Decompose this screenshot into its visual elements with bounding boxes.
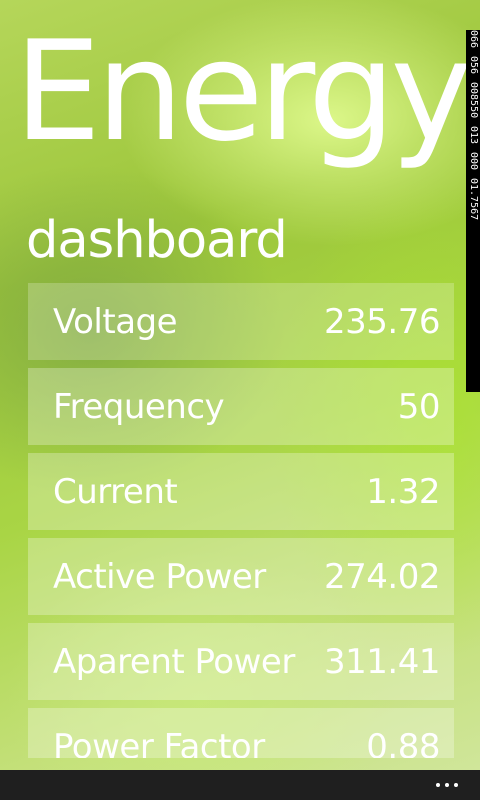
- metric-value: 1.32: [366, 471, 440, 512]
- metric-label: Power Factor: [53, 726, 265, 759]
- metric-value: 50: [397, 386, 441, 427]
- metric-row-voltage[interactable]: Voltage 235.76: [28, 283, 454, 360]
- counter-readout: 066: [468, 30, 479, 49]
- application-bar: [0, 770, 480, 800]
- counter-readout: 013: [468, 126, 479, 145]
- metric-label: Active Power: [53, 556, 266, 597]
- counter-readout: 000: [468, 152, 479, 171]
- counter-readout: 01.7567: [468, 178, 479, 221]
- metric-value: 0.88: [366, 726, 440, 759]
- metric-row-current[interactable]: Current 1.32: [28, 453, 454, 530]
- metric-label: Aparent Power: [53, 641, 295, 682]
- frame-rate-counter: 066 056 008550 013 000 01.7567: [466, 30, 480, 392]
- metric-value: 274.02: [324, 556, 440, 597]
- counter-readout: 056: [468, 56, 479, 75]
- ellipsis-icon[interactable]: [436, 783, 458, 787]
- page-subtitle: dashboard: [26, 211, 288, 270]
- metric-label: Frequency: [53, 386, 225, 427]
- page-title: Energy: [14, 11, 472, 172]
- metric-row-power-factor[interactable]: Power Factor 0.88: [28, 708, 454, 758]
- metric-row-active-power[interactable]: Active Power 274.02: [28, 538, 454, 615]
- metric-row-apparent-power[interactable]: Aparent Power 311.41: [28, 623, 454, 700]
- metric-value: 311.41: [324, 641, 440, 682]
- metric-value: 235.76: [324, 301, 440, 342]
- counter-readout: 008550: [468, 82, 479, 119]
- metric-label: Voltage: [53, 301, 178, 342]
- metrics-list[interactable]: Voltage 235.76 Frequency 50 Current 1.32…: [28, 283, 454, 758]
- metric-label: Current: [53, 471, 178, 512]
- metric-row-frequency[interactable]: Frequency 50: [28, 368, 454, 445]
